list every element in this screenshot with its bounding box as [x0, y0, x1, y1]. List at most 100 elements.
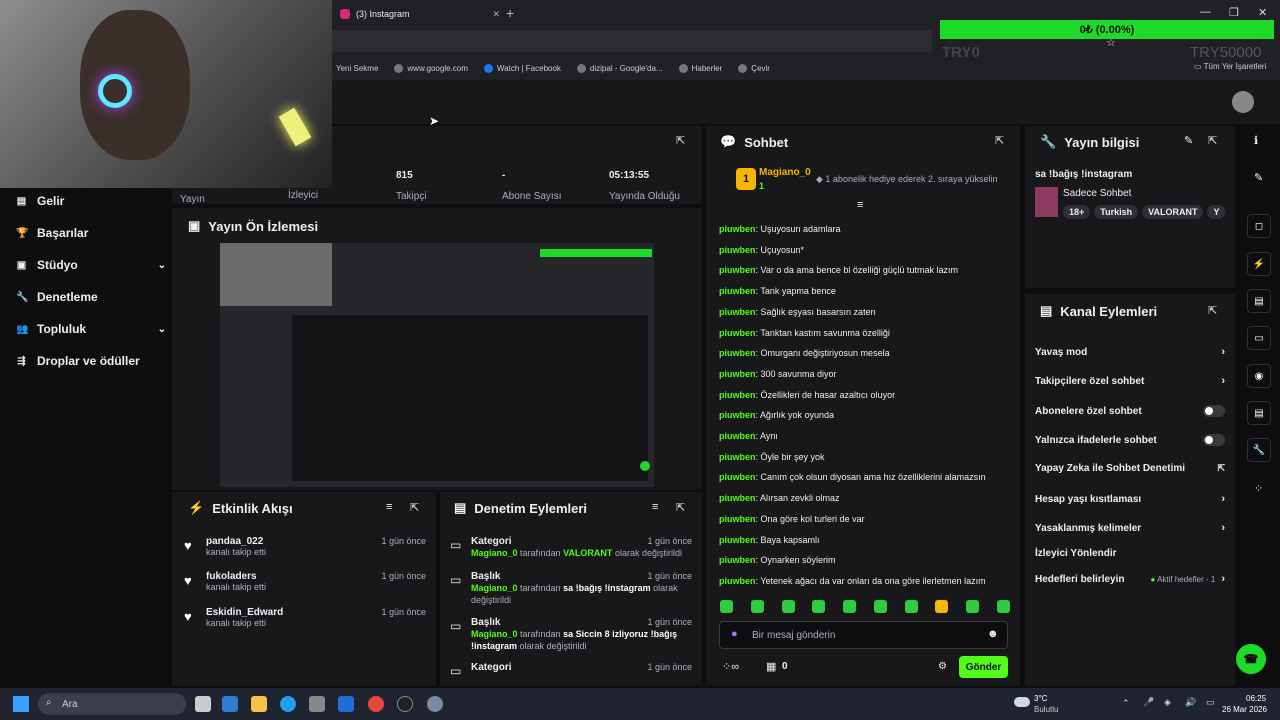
maximize-icon[interactable]: ❐ [1229, 6, 1239, 19]
sidebar-item-gelir[interactable]: ▤ Gelir [16, 194, 166, 208]
battery-icon[interactable]: ▭ [1206, 697, 1215, 708]
emote-icon[interactable] [781, 600, 795, 613]
channel-action-item[interactable]: Yalnızca ifadelerle sohbet [1035, 434, 1225, 446]
toggle-switch[interactable] [1203, 405, 1225, 417]
moderation-icon[interactable]: ▤ [1247, 401, 1271, 425]
emote-icon[interactable] [996, 600, 1010, 613]
sidebar-item-topluluk[interactable]: 👥 Topluluk ⌄ [16, 322, 166, 336]
chat-username[interactable]: piuwben [719, 410, 756, 420]
info-icon[interactable]: ℹ [1254, 134, 1258, 147]
network-icon[interactable]: ◈ [1164, 697, 1171, 708]
channel-action-item[interactable]: Yavaş mod › [1035, 346, 1225, 358]
browser-tab[interactable]: (3) Instagram ✕ [340, 4, 500, 24]
popout-icon[interactable]: ⇱ [676, 501, 685, 514]
tray-chevron-icon[interactable]: ⌃ [1122, 698, 1130, 709]
sidebar-item-droplar[interactable]: ⇶ Droplar ve ödüller [16, 354, 166, 368]
channel-action-item[interactable]: Abonelere özel sohbet [1035, 405, 1225, 417]
emote-icon[interactable] [750, 600, 764, 613]
chat-username[interactable]: piuwben [719, 535, 756, 545]
users-icon[interactable]: ⁘ [1254, 482, 1263, 495]
chat-username[interactable]: piuwben [719, 514, 756, 524]
windows-start-icon[interactable] [13, 696, 29, 712]
chat-username[interactable]: piuwben [719, 555, 756, 565]
task-view-icon[interactable] [195, 696, 211, 712]
emote-icon[interactable] [843, 600, 857, 613]
chat-username[interactable]: piuwben [719, 307, 756, 317]
edge-icon[interactable] [280, 696, 296, 712]
tag-chip[interactable]: Y [1207, 205, 1226, 219]
bookmark-item[interactable]: Yeni Sekme [336, 64, 378, 73]
lightning-icon[interactable]: ⚡ [1247, 252, 1271, 276]
chat-input[interactable]: Bir mesaj gönderin [719, 621, 1008, 649]
mic-icon[interactable]: 🎤 [1143, 697, 1154, 708]
obs-icon[interactable] [397, 696, 413, 712]
send-button[interactable]: Gönder [959, 656, 1008, 678]
settings-icon[interactable] [427, 696, 443, 712]
channel-action-item[interactable]: Yasaklanmış kelimeler › [1035, 522, 1225, 534]
chat-username[interactable]: piuwben [719, 431, 756, 441]
popout-icon[interactable]: ⇱ [1208, 134, 1217, 147]
gear-icon[interactable]: ⚙ [938, 661, 947, 672]
mail-icon[interactable] [338, 696, 354, 712]
bookmark-item[interactable]: Haberler [678, 63, 722, 73]
scan-icon[interactable]: ◻ [1247, 214, 1271, 238]
support-icon[interactable]: ☎ [1236, 644, 1266, 674]
chat-username[interactable]: piuwben [719, 328, 756, 338]
emote-icon[interactable] [935, 600, 949, 613]
channel-action-item[interactable]: Hedefleri belirleyin ● Aktif hedefler - 1… [1035, 573, 1225, 585]
emoji-icon[interactable]: ☻ [987, 628, 999, 640]
pencil-icon[interactable]: ✎ [1254, 171, 1263, 184]
channel-action-item[interactable]: Hesap yaşı kısıtlaması › [1035, 493, 1225, 505]
filter-icon[interactable]: ≡ [652, 501, 658, 513]
popout-icon[interactable]: ⇱ [676, 134, 685, 147]
channel-action-item[interactable]: İzleyici Yönlendir [1035, 548, 1225, 559]
moderation-user[interactable]: Magiano_0 [471, 629, 518, 639]
chat-username[interactable]: piuwben [719, 348, 756, 358]
mic-icon[interactable]: ● [731, 628, 738, 640]
store-icon[interactable] [309, 696, 325, 712]
new-tab-icon[interactable]: + [506, 5, 514, 21]
bookmark-item[interactable]: dizipal - Google'da... [576, 63, 663, 73]
sidebar-item-studyo[interactable]: ▣ Stüdyo ⌄ [16, 258, 166, 272]
chat-username[interactable]: piuwben [719, 369, 756, 379]
bookmark-item[interactable]: Watch | Facebook [483, 63, 561, 73]
tag-chip[interactable]: VALORANT [1142, 205, 1204, 219]
emote-icon[interactable] [812, 600, 826, 613]
close-tab-icon[interactable]: ✕ [492, 9, 500, 20]
infinity-icon[interactable]: ⁘∞ [722, 660, 739, 673]
moderation-user[interactable]: Magiano_0 [471, 548, 518, 558]
popout-icon[interactable]: ⇱ [410, 501, 419, 514]
emote-icon[interactable] [720, 600, 733, 613]
folder-icon[interactable] [251, 696, 267, 712]
tag-chip[interactable]: 18+ [1063, 205, 1091, 219]
all-bookmarks[interactable]: ▭ Tüm Yer İşaretleri [1194, 62, 1266, 71]
tag-chip[interactable]: Turkish [1094, 205, 1139, 219]
volume-icon[interactable]: 🔊 [1185, 697, 1196, 708]
address-bar[interactable] [332, 30, 932, 52]
chat-username[interactable]: piuwben [719, 390, 756, 400]
emote-icon[interactable] [966, 600, 980, 613]
app-icon[interactable] [222, 696, 238, 712]
chat-username[interactable]: piuwben [719, 472, 756, 482]
chat-username[interactable]: piuwben [719, 286, 756, 296]
bookmark-item[interactable]: www.google.com [394, 63, 468, 73]
chat-username[interactable]: piuwben [719, 576, 756, 586]
chat-username[interactable]: piuwben [719, 493, 756, 503]
moderation-user[interactable]: Magiano_0 [471, 583, 518, 593]
minimize-icon[interactable]: — [1200, 6, 1211, 18]
chat-username[interactable]: piuwben [719, 452, 756, 462]
close-window-icon[interactable]: ✕ [1258, 6, 1267, 19]
channel-action-item[interactable]: Yapay Zeka ile Sohbet Denetimi ⇱ [1035, 463, 1225, 474]
emote-icon[interactable] [904, 600, 918, 613]
chat-icon[interactable]: ▭ [1247, 326, 1271, 350]
pinned-user[interactable]: Magiano_0 [759, 167, 811, 178]
chat-username[interactable]: piuwben [719, 224, 756, 234]
chrome-icon[interactable] [368, 696, 384, 712]
toggle-switch[interactable] [1203, 434, 1225, 446]
chat-username[interactable]: piuwben [719, 265, 756, 275]
chat-username[interactable]: piuwben [719, 245, 756, 255]
avatar[interactable] [1232, 91, 1254, 113]
wrench-icon[interactable]: 🔧 [1247, 438, 1271, 462]
chevron-down-icon[interactable]: ≡ [857, 199, 863, 211]
sidebar-item-basarilar[interactable]: 🏆 Başarılar [16, 226, 166, 240]
